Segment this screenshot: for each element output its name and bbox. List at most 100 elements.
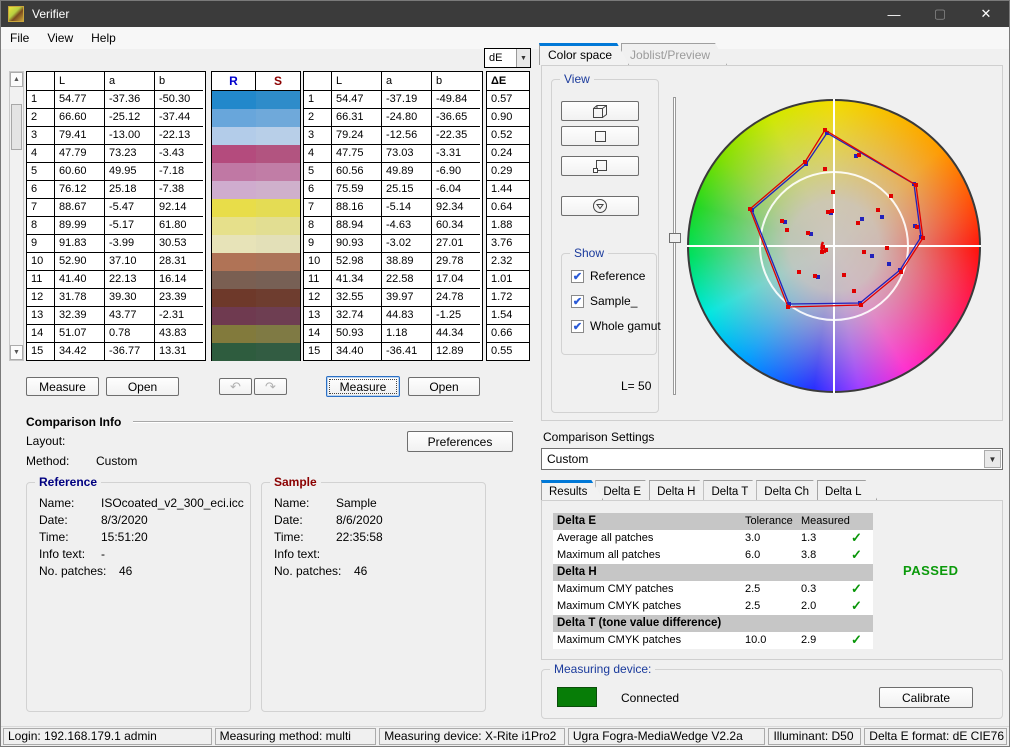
open-reference-button[interactable]: Open: [106, 377, 179, 396]
sample-patch-row[interactable]: 154.47-37.19-49.84: [304, 91, 482, 109]
sample-patch-row[interactable]: 379.24-12.56-22.35: [304, 127, 482, 145]
reference-patch-row[interactable]: 1451.070.7843.83: [27, 325, 205, 343]
maximize-icon[interactable]: ▢: [917, 1, 963, 27]
sample-patch-row[interactable]: 1332.7444.83-1.25: [304, 307, 482, 325]
reference-patch-row[interactable]: 1534.42-36.7713.31: [27, 343, 205, 361]
checkbox-sample[interactable]: ✔ Sample_: [571, 294, 637, 308]
delta-e-row[interactable]: 0.66: [487, 325, 529, 343]
delta-e-row[interactable]: 0.24: [487, 145, 529, 163]
menu-help[interactable]: Help: [82, 27, 125, 49]
scroll-down-icon[interactable]: ▼: [10, 345, 23, 360]
checkbox-checked-icon[interactable]: ✔: [571, 320, 584, 333]
patch-color-row[interactable]: [212, 181, 300, 199]
gamut-wheel[interactable]: [687, 99, 981, 393]
reference-patch-row[interactable]: 1141.4022.1316.14: [27, 271, 205, 289]
scroll-up-icon[interactable]: ▲: [10, 72, 23, 87]
chevron-down-icon[interactable]: ▼: [516, 49, 530, 67]
delta-e-row[interactable]: 3.76: [487, 235, 529, 253]
sample-patch-row[interactable]: 675.5925.15-6.04: [304, 181, 482, 199]
tab-color-space[interactable]: Color space: [539, 43, 629, 65]
delta-e-format-select[interactable]: dE ▼: [484, 48, 531, 68]
chevron-down-icon[interactable]: ▼: [984, 450, 1001, 468]
patch-color-row[interactable]: [212, 145, 300, 163]
delta-e-row[interactable]: 0.57: [487, 91, 529, 109]
patch-color-row[interactable]: [212, 307, 300, 325]
patch-color-row[interactable]: [212, 217, 300, 235]
patch-color-row[interactable]: [212, 127, 300, 145]
patch-color-row[interactable]: [212, 253, 300, 271]
checkbox-whole-gamut[interactable]: ✔ Whole gamut: [571, 319, 661, 333]
sample-patch-row[interactable]: 788.16-5.1492.34: [304, 199, 482, 217]
delta-e-row[interactable]: 1.88: [487, 217, 529, 235]
patch-color-row[interactable]: [212, 199, 300, 217]
tab-delta-h[interactable]: Delta H: [649, 480, 711, 500]
measure-sample-button[interactable]: Measure: [326, 376, 400, 397]
patch-color-row[interactable]: [212, 325, 300, 343]
checkbox-reference[interactable]: ✔ Reference: [571, 269, 645, 283]
patch-scrollbar[interactable]: ▲ ▼: [9, 71, 24, 361]
sample-patch-row[interactable]: 560.5649.89-6.90: [304, 163, 482, 181]
calibrate-button[interactable]: Calibrate: [879, 687, 973, 708]
tab-delta-l[interactable]: Delta L: [817, 480, 877, 500]
patch-color-row[interactable]: [212, 109, 300, 127]
measure-reference-button[interactable]: Measure: [26, 377, 99, 396]
tab-delta-t[interactable]: Delta T: [703, 480, 764, 500]
reference-patch-row[interactable]: 1231.7839.3023.39: [27, 289, 205, 307]
preferences-button[interactable]: Preferences: [407, 431, 513, 452]
patch-color-row[interactable]: [212, 235, 300, 253]
reference-patch-row[interactable]: 154.77-37.36-50.30: [27, 91, 205, 109]
sample-patch-row[interactable]: 1534.40-36.4112.89: [304, 343, 482, 361]
minimize-icon[interactable]: —: [871, 1, 917, 27]
tab-delta-e[interactable]: Delta E: [595, 480, 657, 500]
view-2d-button[interactable]: [561, 126, 639, 146]
tab-joblist-preview[interactable]: Joblist/Preview: [621, 43, 727, 65]
undo-icon[interactable]: ↶: [219, 378, 252, 395]
view-top-button[interactable]: [561, 196, 639, 216]
delta-e-row[interactable]: 0.90: [487, 109, 529, 127]
menu-view[interactable]: View: [38, 27, 82, 49]
delta-e-row[interactable]: 1.72: [487, 289, 529, 307]
patch-color-row[interactable]: [212, 271, 300, 289]
lightness-slider[interactable]: [669, 97, 681, 395]
reference-patch-row[interactable]: 1332.3943.77-2.31: [27, 307, 205, 325]
delta-e-row[interactable]: 0.52: [487, 127, 529, 145]
sample-patch-row[interactable]: 447.7573.03-3.31: [304, 145, 482, 163]
tab-results[interactable]: Results: [541, 480, 603, 500]
reference-patch-row[interactable]: 560.6049.95-7.18: [27, 163, 205, 181]
sample-patch-row[interactable]: 1052.9838.8929.78: [304, 253, 482, 271]
scrollbar-thumb[interactable]: [11, 104, 22, 150]
delta-e-row[interactable]: 2.32: [487, 253, 529, 271]
patch-color-row[interactable]: [212, 91, 300, 109]
slider-thumb[interactable]: [669, 233, 681, 243]
sample-patch-row[interactable]: 1141.3422.5817.04: [304, 271, 482, 289]
patch-color-row[interactable]: [212, 289, 300, 307]
checkbox-checked-icon[interactable]: ✔: [571, 295, 584, 308]
delta-e-row[interactable]: 0.29: [487, 163, 529, 181]
reference-patch-row[interactable]: 676.1225.18-7.38: [27, 181, 205, 199]
reference-patch-row[interactable]: 1052.9037.1028.31: [27, 253, 205, 271]
patch-color-row[interactable]: [212, 163, 300, 181]
delta-e-row[interactable]: 1.44: [487, 181, 529, 199]
delta-e-row[interactable]: 0.64: [487, 199, 529, 217]
patch-color-row[interactable]: [212, 343, 300, 361]
open-sample-button[interactable]: Open: [408, 377, 480, 396]
reference-patch-row[interactable]: 266.60-25.12-37.44: [27, 109, 205, 127]
redo-icon[interactable]: ↷: [254, 378, 287, 395]
tab-delta-ch[interactable]: Delta Ch: [756, 480, 825, 500]
reference-patch-row[interactable]: 889.99-5.1761.80: [27, 217, 205, 235]
view-section-button[interactable]: [561, 156, 639, 176]
menu-file[interactable]: File: [1, 27, 38, 49]
sample-patch-row[interactable]: 1450.931.1844.34: [304, 325, 482, 343]
sample-patch-row[interactable]: 1232.5539.9724.78: [304, 289, 482, 307]
reference-patch-row[interactable]: 447.7973.23-3.43: [27, 145, 205, 163]
sample-patch-row[interactable]: 990.93-3.0227.01: [304, 235, 482, 253]
reference-patch-row[interactable]: 991.83-3.9930.53: [27, 235, 205, 253]
sample-patch-row[interactable]: 888.94-4.6360.34: [304, 217, 482, 235]
delta-e-row[interactable]: 1.54: [487, 307, 529, 325]
reference-patch-row[interactable]: 379.41-13.00-22.13: [27, 127, 205, 145]
checkbox-checked-icon[interactable]: ✔: [571, 270, 584, 283]
delta-e-row[interactable]: 1.01: [487, 271, 529, 289]
delta-e-row[interactable]: 0.55: [487, 343, 529, 361]
sample-patch-row[interactable]: 266.31-24.80-36.65: [304, 109, 482, 127]
close-icon[interactable]: ✕: [963, 1, 1009, 27]
